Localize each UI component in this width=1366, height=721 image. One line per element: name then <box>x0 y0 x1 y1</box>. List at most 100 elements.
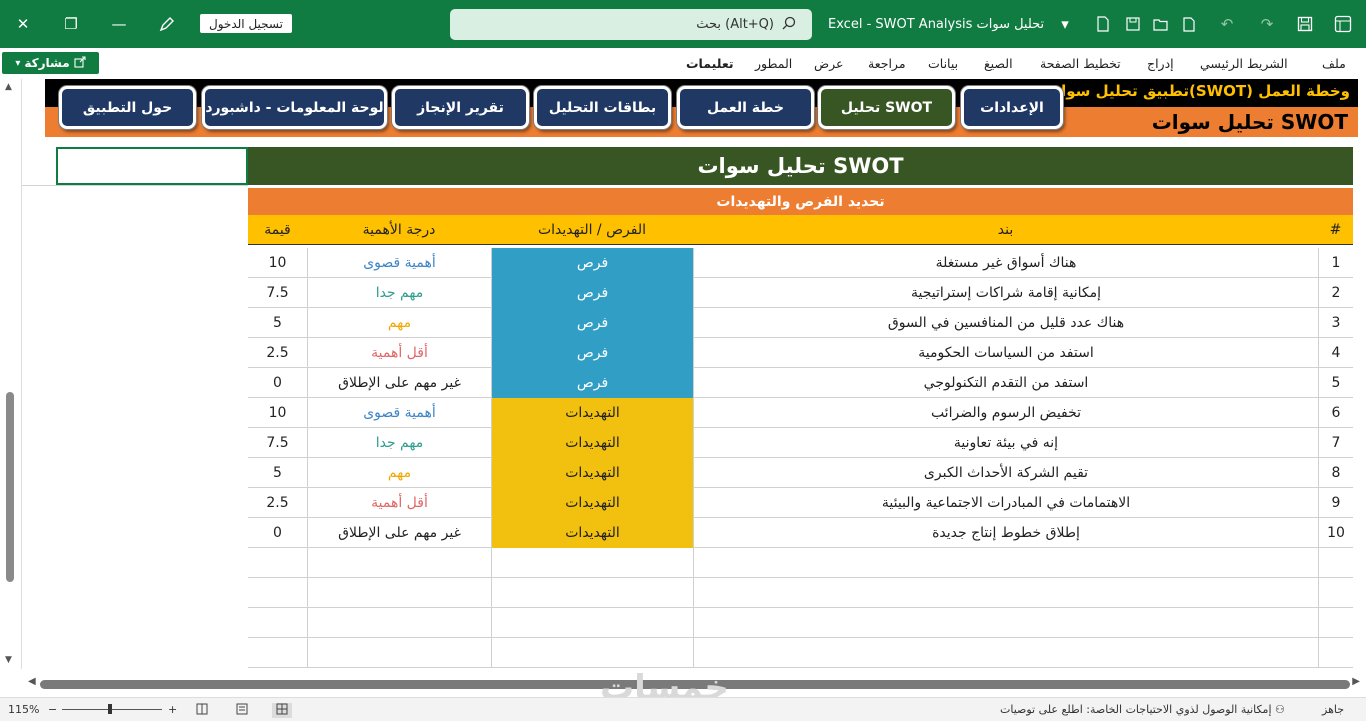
minimize-window-button[interactable]: — <box>96 0 142 48</box>
cell-item[interactable]: تقيم الشركة الأحداث الكبرى <box>693 458 1318 488</box>
cell-importance[interactable]: غير مهم على الإطلاق <box>307 368 491 398</box>
accessibility-status[interactable]: إمكانية الوصول لذوي الاحتياجات الخاصة: ا… <box>1000 703 1285 716</box>
cell-item[interactable]: إطلاق خطوط إنتاج جديدة <box>693 518 1318 548</box>
cell-importance[interactable]: مهم جدا <box>307 278 491 308</box>
cell-num[interactable]: 1 <box>1318 248 1353 278</box>
cell-num[interactable] <box>1318 608 1353 638</box>
cell-item[interactable] <box>693 578 1318 608</box>
cell-num[interactable]: 2 <box>1318 278 1353 308</box>
selected-cell[interactable] <box>56 147 248 185</box>
cell-type[interactable]: التهديدات <box>491 428 693 458</box>
cell-value[interactable]: 10 <box>248 398 307 428</box>
tab-page-layout[interactable]: تخطيط الصفحة <box>1040 56 1121 71</box>
search-input[interactable]: بحث (Alt+Q) <box>450 9 812 40</box>
cell-importance[interactable]: مهم <box>307 308 491 338</box>
page-break-view-icon[interactable] <box>196 703 208 718</box>
cell-type[interactable] <box>491 638 693 668</box>
cell-value[interactable]: 5 <box>248 308 307 338</box>
cell-value[interactable]: 2.5 <box>248 338 307 368</box>
cell-importance[interactable]: غير مهم على الإطلاق <box>307 518 491 548</box>
cell-type[interactable]: فرص <box>491 308 693 338</box>
cell-type[interactable]: التهديدات <box>491 458 693 488</box>
tab-file[interactable]: ملف <box>1322 56 1346 71</box>
cell-type[interactable] <box>491 548 693 578</box>
tab-developer[interactable]: المطور <box>755 56 792 71</box>
tab-insert[interactable]: إدراج <box>1147 56 1174 71</box>
cell-item[interactable]: استفد من التقدم التكنولوجي <box>693 368 1318 398</box>
cell-importance[interactable]: أقل أهمية <box>307 338 491 368</box>
zoom-level[interactable]: 115% <box>8 703 39 716</box>
cell-importance[interactable]: أهمية قصوى <box>307 398 491 428</box>
zoom-out-icon[interactable]: − <box>48 703 57 716</box>
cell-importance[interactable]: أقل أهمية <box>307 488 491 518</box>
cell-item[interactable] <box>693 608 1318 638</box>
cell-num[interactable]: 4 <box>1318 338 1353 368</box>
scroll-down-icon[interactable]: ▼ <box>5 655 12 665</box>
tab-home[interactable]: الشريط الرئيسي <box>1200 56 1288 71</box>
cell-num[interactable] <box>1318 638 1353 668</box>
vertical-scroll-thumb[interactable] <box>6 392 14 582</box>
nav-settings-button[interactable]: الإعدادات <box>961 86 1063 129</box>
scroll-right-icon[interactable]: ▶ <box>1352 676 1360 687</box>
cell-num[interactable]: 3 <box>1318 308 1353 338</box>
cell-type[interactable]: فرص <box>491 278 693 308</box>
cell-item[interactable] <box>693 638 1318 668</box>
cell-value[interactable] <box>248 608 307 638</box>
undo-icon[interactable]: ↶ <box>1214 0 1240 48</box>
cell-type[interactable]: فرص <box>491 368 693 398</box>
cell-num[interactable]: 10 <box>1318 518 1353 548</box>
cell-item[interactable]: إمكانية إقامة شراكات إستراتيجية <box>693 278 1318 308</box>
cell-importance[interactable]: مهم <box>307 458 491 488</box>
nav-about-button[interactable]: حول التطبيق <box>59 86 196 129</box>
share-button[interactable]: ▾ مشاركة <box>2 52 99 74</box>
nav-progress-report-button[interactable]: تقرير الإنجاز <box>392 86 529 129</box>
cell-item[interactable]: هناك أسواق غير مستغلة <box>693 248 1318 278</box>
signin-button[interactable]: تسجيل الدخول <box>200 14 292 33</box>
cell-num[interactable] <box>1318 578 1353 608</box>
cell-importance[interactable]: مهم جدا <box>307 428 491 458</box>
cell-type[interactable]: فرص <box>491 248 693 278</box>
cell-type[interactable] <box>491 578 693 608</box>
cell-item[interactable] <box>693 548 1318 578</box>
cell-value[interactable]: 7.5 <box>248 428 307 458</box>
cell-type[interactable]: التهديدات <box>491 398 693 428</box>
cell-num[interactable]: 7 <box>1318 428 1353 458</box>
cell-num[interactable] <box>1318 548 1353 578</box>
cell-importance[interactable] <box>307 638 491 668</box>
cell-value[interactable] <box>248 548 307 578</box>
cell-num[interactable]: 6 <box>1318 398 1353 428</box>
page-layout-view-icon[interactable] <box>236 703 248 718</box>
cell-type[interactable] <box>491 608 693 638</box>
cell-importance[interactable] <box>307 578 491 608</box>
cell-importance[interactable] <box>307 608 491 638</box>
cell-num[interactable]: 9 <box>1318 488 1353 518</box>
customize-qat-icon[interactable]: ▾ <box>1052 0 1078 48</box>
tab-help[interactable]: تعليمات <box>686 56 734 71</box>
new-file-icon[interactable] <box>1176 0 1202 48</box>
scroll-up-icon[interactable]: ▲ <box>5 82 12 92</box>
tab-review[interactable]: مراجعة <box>868 56 906 71</box>
cell-value[interactable]: 5 <box>248 458 307 488</box>
cell-value[interactable]: 0 <box>248 368 307 398</box>
cell-value[interactable] <box>248 638 307 668</box>
normal-view-icon[interactable] <box>272 703 292 718</box>
zoom-slider[interactable] <box>62 709 162 710</box>
cell-item[interactable]: استفد من السياسات الحكومية <box>693 338 1318 368</box>
nav-action-plan-button[interactable]: خطة العمل <box>677 86 814 129</box>
tab-data[interactable]: بيانات <box>928 56 958 71</box>
cell-item[interactable]: تخفيض الرسوم والضرائب <box>693 398 1318 428</box>
zoom-slider-thumb[interactable] <box>108 704 112 714</box>
cell-type[interactable]: فرص <box>491 338 693 368</box>
cell-value[interactable]: 10 <box>248 248 307 278</box>
file-icon[interactable] <box>1090 0 1116 48</box>
tab-formulas[interactable]: الصيغ <box>984 56 1013 71</box>
pen-icon[interactable] <box>144 0 190 48</box>
nav-analysis-cards-button[interactable]: بطاقات التحليل <box>534 86 671 129</box>
cell-importance[interactable]: أهمية قصوى <box>307 248 491 278</box>
cell-value[interactable]: 2.5 <box>248 488 307 518</box>
cell-item[interactable]: الاهتمامات في المبادرات الاجتماعية والبي… <box>693 488 1318 518</box>
nav-dashboard-button[interactable]: لوحة المعلومات - داشبورد <box>202 86 387 129</box>
restore-window-button[interactable]: ❐ <box>48 0 94 48</box>
cell-type[interactable]: التهديدات <box>491 488 693 518</box>
cell-type[interactable]: التهديدات <box>491 518 693 548</box>
